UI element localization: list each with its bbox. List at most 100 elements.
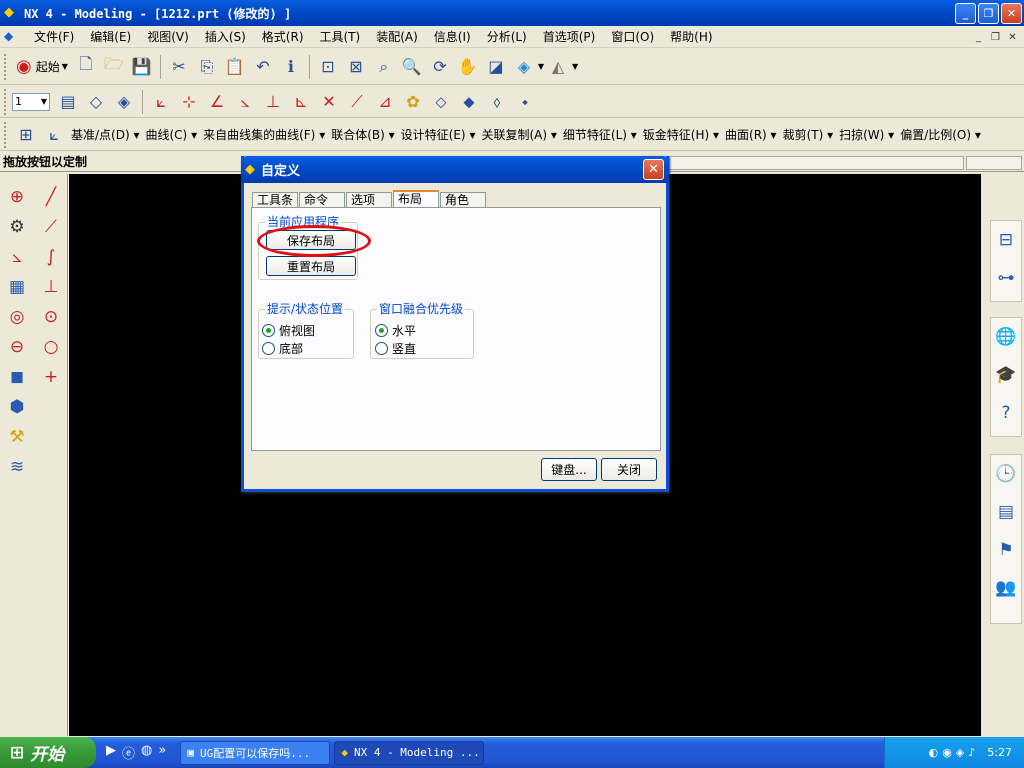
wcs-set-icon[interactable]: ⊥ [259,88,287,116]
view-cube-icon[interactable]: ◈ [510,53,538,81]
radio-vertical[interactable]: 竖直 [375,340,416,357]
explorer-icon[interactable]: ◍ [141,743,152,762]
select-edit-icon[interactable]: ⬩ [511,88,539,116]
start-dropdown[interactable]: ◉ 起始 ▼ [12,56,72,77]
dropdown-arrow-icon[interactable]: ▼ [572,62,578,71]
undo-icon[interactable]: ↶ [249,53,277,81]
layer-select[interactable]: 1 ▼ [12,92,50,111]
snap-settings-icon[interactable]: ⬥ [455,88,483,116]
doc-close-icon[interactable]: ✕ [1005,30,1020,44]
toolbar-grip[interactable] [4,53,8,80]
feature-menu-design[interactable]: 设计特征(E) ▾ [398,126,479,143]
save-icon[interactable]: 💾 [128,53,156,81]
circle-icon[interactable]: ○ [38,332,64,362]
tray-icon-1[interactable]: ◐ [929,746,939,759]
keyboard-button[interactable]: 键盘... [541,458,597,481]
feature-menu-surface[interactable]: 曲面(R) ▾ [722,126,780,143]
web-browser-icon[interactable]: 🌐 [991,318,1021,356]
info-icon[interactable]: ℹ [277,53,305,81]
dialog-close-action-button[interactable]: 关闭 [601,458,657,481]
task-ug-browser[interactable]: ▣ UG配置可以保存吗... [180,740,331,765]
select-filter-icon[interactable]: ⬨ [483,88,511,116]
menu-assembly[interactable]: 装配(A) [368,26,426,48]
open-folder-icon[interactable]: 🗁 [100,53,128,81]
process-studio-icon[interactable]: ⚑ [991,531,1021,569]
tab-commands[interactable]: 命令 [299,192,345,208]
radio-bottom[interactable]: 底部 [262,340,303,357]
select-point-icon[interactable]: ⊕ [4,182,30,212]
clock[interactable]: 5:27 [987,746,1012,759]
palette-icon[interactable]: ✿ [399,88,427,116]
doc-restore-icon[interactable]: ❐ [988,30,1003,44]
task-nx-modeling[interactable]: ◆ NX 4 - Modeling ... [334,740,485,765]
assembly-navigator-icon[interactable]: ⊟ [991,221,1021,259]
rotate-icon[interactable]: ⟳ [426,53,454,81]
tray-icon-3[interactable]: ◈ [956,746,964,759]
radio-horizontal[interactable]: 水平 [375,322,416,339]
menu-insert[interactable]: 插入(S) [197,26,254,48]
tools-icon[interactable]: ⚒ [4,422,30,452]
tab-layout[interactable]: 布局 [393,190,439,208]
feature-grid-icon[interactable]: ⊞ [12,121,40,149]
wcs-yc-icon[interactable]: ⟋ [343,88,371,116]
snap-icon[interactable]: ⬦ [427,88,455,116]
feature-menu-sweep[interactable]: 扫掠(W) ▾ [836,126,897,143]
menu-analysis[interactable]: 分析(L) [479,26,535,48]
dialog-close-button[interactable]: ✕ [643,159,664,180]
menu-edit[interactable]: 编辑(E) [82,26,139,48]
ie-icon[interactable]: ⓔ [122,743,135,762]
feature-menu-combine[interactable]: 联合体(B) ▾ [328,126,397,143]
menu-help[interactable]: 帮助(H) [662,26,720,48]
feature-menu-offset-scale[interactable]: 偏置/比例(O) ▾ [897,126,984,143]
dialog-titlebar[interactable]: ◆ 自定义 ✕ [241,156,669,183]
menu-view[interactable]: 视图(V) [139,26,197,48]
circle-tool-icon[interactable]: ◎ [4,302,30,332]
copy-icon[interactable]: ⎘ [193,53,221,81]
menu-format[interactable]: 格式(R) [254,26,312,48]
wcs-dynamic-icon[interactable]: ⟀ [147,88,175,116]
wcs-origin-icon[interactable]: ⊹ [175,88,203,116]
wcs-absolute-icon[interactable]: ⊾ [287,88,315,116]
line-icon[interactable]: ╱ [38,182,64,212]
shaded-icon[interactable]: ◪ [482,53,510,81]
layer-settings-icon[interactable]: ▤ [54,88,82,116]
media-player-icon[interactable]: ▶ [106,743,116,762]
copy-to-layer-icon[interactable]: ◈ [110,88,138,116]
menu-info[interactable]: 信息(I) [426,26,479,48]
menu-preferences[interactable]: 首选项(P) [535,26,604,48]
cut-icon[interactable]: ✂ [165,53,193,81]
toolbar-grip[interactable] [4,121,8,148]
feature-icon-1[interactable]: ⚙ [4,212,30,242]
circle-center-icon[interactable]: ⊙ [38,302,64,332]
line-point-icon[interactable]: ⟋ [38,212,64,242]
more-icon[interactable]: » [158,743,166,762]
maximize-button[interactable]: ❐ [978,3,999,24]
new-file-icon[interactable]: 🗋 [72,53,100,81]
training-icon[interactable]: 🎓 [991,356,1021,394]
perpendicular-icon[interactable]: ⊥ [38,272,64,302]
tab-options[interactable]: 选项 [346,192,392,208]
arc-icon[interactable]: ∫ [38,242,64,272]
wcs-xc-icon[interactable]: ✕ [315,88,343,116]
zoom-in-out-icon[interactable]: 🔍 [398,53,426,81]
solid-icon[interactable]: ◼ [4,362,30,392]
feature-menu-curve[interactable]: 曲线(C) ▾ [143,126,201,143]
spreadsheet-icon[interactable]: ▦ [4,272,30,302]
start-button[interactable]: ⊞ 开始 [0,737,96,768]
point-icon[interactable]: + [38,362,64,392]
roles-icon[interactable]: 👥 [991,569,1021,607]
wcs-save-icon[interactable]: ⊿ [371,88,399,116]
help-icon[interactable]: ? [991,394,1021,432]
tab-toolbars[interactable]: 工具条 [252,192,298,208]
menu-window[interactable]: 窗口(O) [603,26,662,48]
tray-icon-2[interactable]: ◉ [942,746,952,759]
measure-icon[interactable]: ⊖ [4,332,30,362]
fit-icon[interactable]: ⊡ [314,53,342,81]
history-icon[interactable]: 🕒 [991,455,1021,493]
menu-file[interactable]: 文件(F) [26,26,82,48]
close-button[interactable]: ✕ [1001,3,1022,24]
wcs-orient-icon[interactable]: ⦣ [231,88,259,116]
palette-list-icon[interactable]: ▤ [991,493,1021,531]
feature-menu-datum[interactable]: 基准/点(D) ▾ [68,126,143,143]
menu-tools[interactable]: 工具(T) [312,26,369,48]
